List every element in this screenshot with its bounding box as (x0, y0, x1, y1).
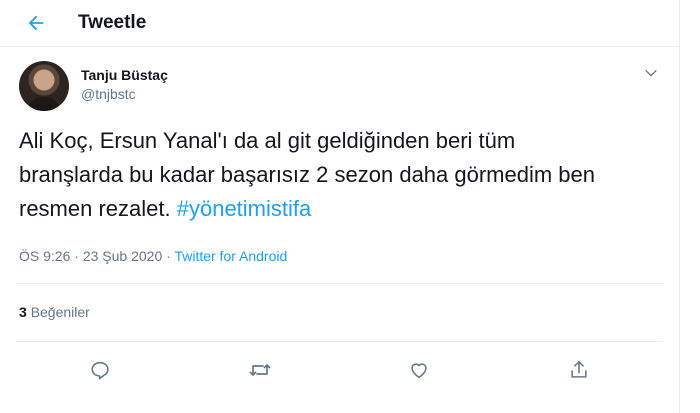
chevron-down-icon (643, 65, 659, 81)
tweet-time[interactable]: ÖS 9:26 (19, 248, 70, 264)
retweet-button[interactable] (242, 352, 278, 388)
tweet-stats[interactable]: 3 Beğeniler (0, 284, 679, 341)
tweet-page: Tweetle Tanju Büstaç @tnjbstc Ali Koç, E… (0, 0, 680, 413)
author-handle: @tnjbstc (81, 86, 136, 102)
page-header: Tweetle (0, 0, 679, 47)
arrow-left-icon (25, 12, 47, 34)
share-icon (568, 359, 590, 381)
tweet-meta: ÖS 9:26 · 23 Şub 2020 · Twitter for Andr… (0, 226, 679, 269)
page-title: Tweetle (78, 12, 147, 33)
like-button[interactable] (401, 352, 437, 388)
share-button[interactable] (561, 352, 597, 388)
reply-button[interactable] (82, 352, 118, 388)
tweet-author: Tanju Büstaç @tnjbstc (0, 47, 679, 111)
reply-icon (89, 359, 111, 381)
avatar[interactable] (19, 61, 69, 111)
tweet-source-link[interactable]: Twitter for Android (174, 248, 287, 264)
meta-separator-2: · (162, 248, 175, 264)
likes-count: 3 (19, 304, 27, 320)
tweet-text: Ali Koç, Ersun Yanal'ı da al git geldiği… (0, 111, 640, 226)
author-names: Tanju Büstaç @tnjbstc (81, 61, 168, 111)
author-display-name[interactable]: Tanju Büstaç (81, 67, 168, 83)
heart-icon (408, 359, 430, 381)
back-button[interactable] (16, 3, 56, 43)
hashtag-link[interactable]: #yönetimistifa (177, 196, 312, 221)
tweet-actions (0, 342, 679, 397)
meta-separator: · (70, 248, 83, 264)
tweet-date[interactable]: 23 Şub 2020 (83, 248, 162, 264)
retweet-icon (248, 358, 272, 382)
more-options-button[interactable] (639, 61, 663, 85)
likes-label: Beğeniler (30, 304, 90, 320)
